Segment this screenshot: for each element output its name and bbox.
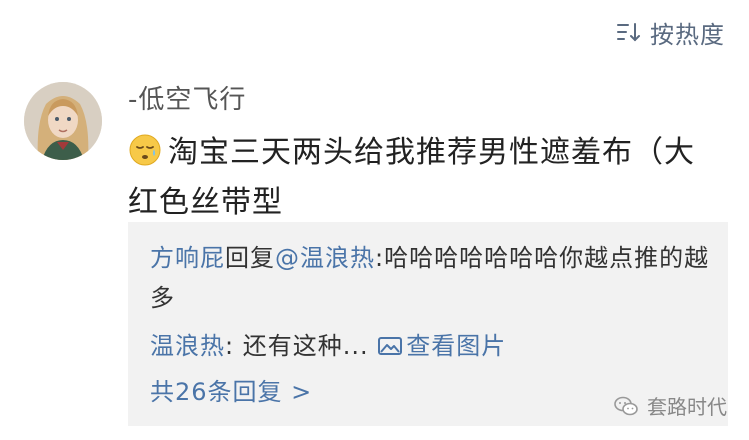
reply-item: 方响屁回复@温浪热:哈哈哈哈哈哈哈你越点推的越多 — [150, 238, 712, 318]
view-image-label: 查看图片 — [406, 332, 507, 360]
comment-text-block: 淘宝三天两头给我推荐男性遮羞布（大红色丝带型 — [128, 128, 713, 228]
reply-action: 回复 — [225, 244, 275, 272]
reply-author[interactable]: 方响屁 — [150, 244, 225, 272]
reply-item: 温浪热: 还有这种... 查看图片 — [150, 326, 712, 366]
sleepy-emoji-icon — [129, 134, 161, 166]
watermark-text: 套路时代 — [647, 395, 727, 419]
view-image-link[interactable]: 查看图片 — [377, 332, 506, 360]
reply-separator: : — [225, 332, 235, 360]
sort-by-hot-button[interactable]: 按热度 — [616, 14, 725, 50]
image-icon — [378, 337, 403, 355]
avatar[interactable] — [24, 82, 102, 160]
reply-separator: : — [375, 244, 385, 272]
comment-text: 淘宝三天两头给我推荐男性遮羞布（大红色丝带型 — [128, 135, 695, 220]
sort-label: 按热度 — [650, 20, 725, 49]
wechat-icon — [614, 396, 638, 415]
reply-text: 还有这种... — [234, 332, 378, 360]
more-replies-link[interactable]: 共26条回复 > — [150, 372, 312, 412]
reply-target-user[interactable]: @温浪热 — [275, 244, 375, 272]
sort-icon — [617, 23, 640, 42]
comment-username[interactable]: -低空飞行 — [128, 82, 246, 118]
watermark: 套路时代 — [613, 391, 727, 420]
reply-author[interactable]: 温浪热 — [150, 332, 225, 360]
